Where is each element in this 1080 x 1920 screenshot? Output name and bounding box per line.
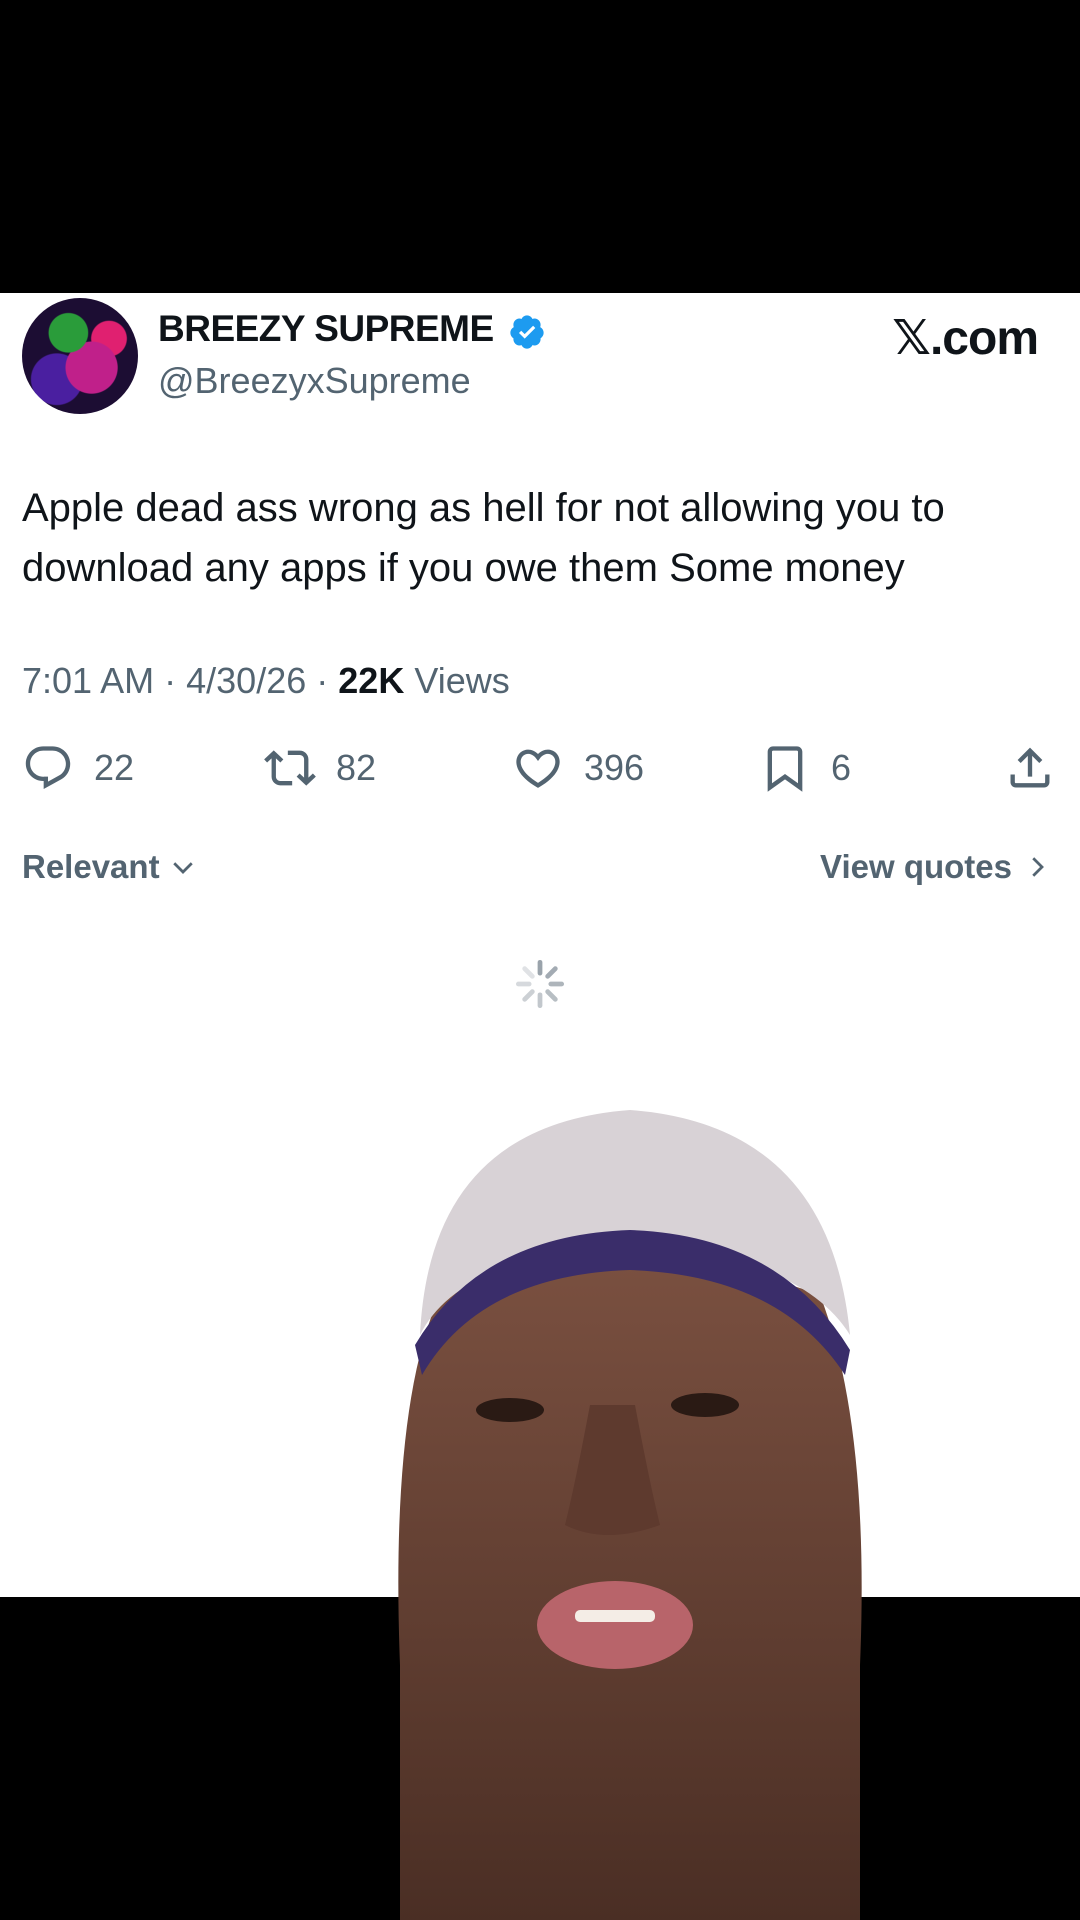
sort-relevant-dropdown[interactable]: Relevant	[22, 848, 198, 886]
chevron-right-icon	[1032, 857, 1044, 877]
repost-icon	[264, 750, 316, 786]
repost-button[interactable]: 82	[264, 740, 376, 796]
x-brand-logo: 𝕏.com	[892, 312, 1039, 365]
views-label: Views	[414, 660, 510, 701]
tweet-meta: 7:01 AM · 4/30/26 · 22K Views	[22, 660, 510, 702]
chevron-down-icon	[172, 862, 193, 874]
author-handle[interactable]: @BreezyxSupreme	[158, 360, 471, 402]
top-letterbox	[0, 0, 1080, 293]
meta-separator: ·	[316, 660, 329, 701]
like-icon	[516, 749, 560, 788]
verified-icon	[510, 315, 544, 349]
bookmark-count: 6	[831, 747, 852, 788]
tweet-date[interactable]: 4/30/26	[186, 660, 306, 701]
views-count[interactable]: 22K	[338, 660, 404, 701]
share-button[interactable]	[1004, 740, 1056, 796]
like-button[interactable]: 396	[512, 740, 644, 796]
creator-video-overlay	[398, 1110, 862, 1920]
tweet-time[interactable]: 7:01 AM	[22, 660, 154, 701]
reply-button[interactable]: 22	[22, 740, 134, 796]
loading-spinner-icon	[515, 959, 565, 1009]
meta-separator: ·	[164, 660, 177, 701]
bookmark-icon	[767, 746, 803, 792]
repost-count: 82	[336, 747, 377, 788]
view-quotes-label: View quotes	[820, 848, 1012, 885]
sort-label: Relevant	[22, 848, 160, 885]
reply-icon	[25, 746, 71, 790]
tweet-text: Apple dead ass wrong as hell for not all…	[22, 486, 945, 590]
share-icon	[1010, 747, 1050, 788]
author-avatar[interactable]	[22, 298, 138, 414]
reply-count: 22	[94, 747, 135, 788]
bookmark-button[interactable]: 6	[759, 740, 851, 796]
author-display-name[interactable]: BREEZY SUPREME	[158, 308, 494, 350]
like-count: 396	[584, 747, 645, 788]
view-quotes-link[interactable]: View quotes	[820, 848, 1052, 886]
